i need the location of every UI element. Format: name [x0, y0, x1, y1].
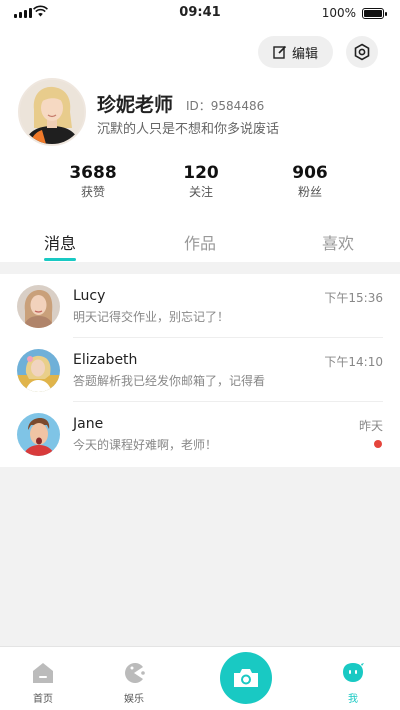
message-item[interactable]: Jane 今天的课程好难啊，老师！ 昨天 — [0, 402, 400, 466]
nav-me-label: 我 — [348, 694, 358, 705]
message-sender: Lucy — [73, 288, 106, 304]
camera-button[interactable] — [220, 652, 272, 704]
tab-likes[interactable]: 喜欢 — [322, 230, 354, 254]
avatar — [17, 285, 60, 328]
bottom-navigation: 首页 娱乐 我 — [0, 646, 400, 710]
profile-avatar[interactable] — [18, 78, 86, 146]
status-bar: 09:41 100% — [0, 0, 400, 26]
unread-indicator — [374, 440, 382, 448]
nav-entertainment[interactable]: 娱乐 — [114, 661, 154, 705]
settings-icon — [354, 43, 370, 61]
settings-button[interactable] — [346, 36, 378, 68]
avatar — [17, 349, 60, 392]
message-item[interactable]: Lucy 明天记得交作业，别忘记了！ 下午15:36 — [0, 274, 400, 338]
battery-percentage: 100% — [321, 6, 356, 20]
profile-header-panel: 09:41 100% 编辑 珍妮老师 ID：9584486 沉默的人只是不想和你… — [0, 0, 400, 262]
stat-followers-label: 粉丝 — [297, 185, 322, 199]
nav-me[interactable]: 我 — [333, 661, 373, 705]
home-icon — [33, 663, 53, 683]
stat-likes-label: 获赞 — [80, 185, 105, 199]
message-preview: 答题解析我已经发你邮箱了，记得看 — [73, 374, 266, 388]
profile-name: 珍妮老师 — [97, 94, 174, 116]
message-sender: Elizabeth — [73, 352, 138, 368]
stat-following-label: 关注 — [188, 185, 213, 199]
stat-likes-value: 3688 — [69, 163, 117, 183]
message-time: 昨天 — [358, 419, 383, 433]
profile-bio: 沉默的人只是不想和你多说废话 — [97, 122, 280, 137]
stat-following[interactable]: 120 关注 — [161, 163, 241, 200]
message-time: 下午15:36 — [324, 291, 383, 305]
nav-home-label: 首页 — [33, 694, 53, 705]
tab-messages[interactable]: 消息 — [44, 230, 76, 254]
edit-profile-button[interactable]: 编辑 — [258, 36, 333, 68]
nav-home[interactable]: 首页 — [23, 661, 63, 705]
message-sender: Jane — [73, 416, 104, 432]
stat-likes[interactable]: 3688 获赞 — [53, 163, 133, 200]
stat-following-value: 120 — [183, 163, 219, 183]
message-preview: 今天的课程好难啊，老师！ — [73, 438, 218, 452]
profile-icon — [343, 663, 364, 682]
avatar — [17, 413, 60, 456]
message-preview: 明天记得交作业，别忘记了！ — [73, 310, 230, 324]
stat-followers-value: 906 — [292, 163, 328, 183]
tab-works[interactable]: 作品 — [184, 230, 216, 254]
profile-id: ID：9584486 — [186, 99, 265, 113]
message-time: 下午14:10 — [324, 355, 383, 369]
camera-icon — [234, 669, 258, 687]
edit-button-label: 编辑 — [291, 46, 318, 62]
message-item[interactable]: Elizabeth 答题解析我已经发你邮箱了，记得看 下午14:10 — [0, 338, 400, 402]
battery-icon — [362, 8, 387, 19]
active-tab-indicator — [44, 258, 76, 261]
message-list: Lucy 明天记得交作业，别忘记了！ 下午15:36 Elizabeth 答题解… — [0, 274, 400, 467]
edit-icon — [273, 45, 287, 59]
nav-entertainment-label: 娱乐 — [124, 694, 144, 705]
stat-followers[interactable]: 906 粉丝 — [270, 163, 350, 200]
game-icon — [125, 663, 145, 683]
